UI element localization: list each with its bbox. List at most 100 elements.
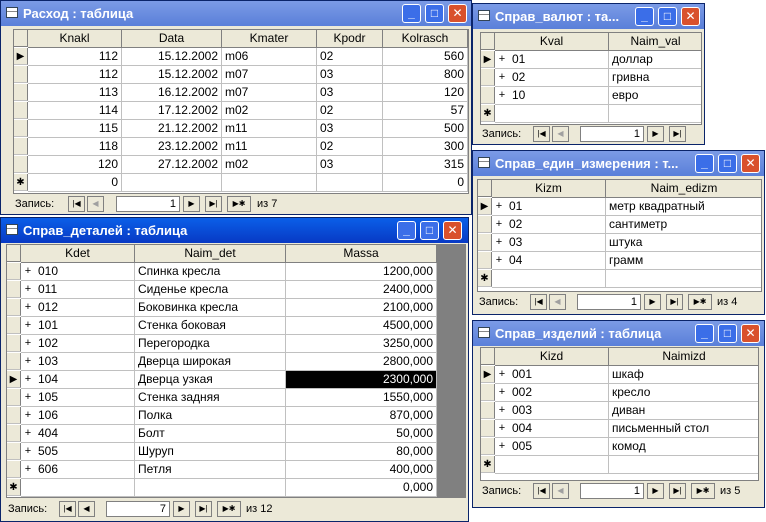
- close-button[interactable]: ✕: [681, 7, 700, 26]
- table-cell[interactable]: m02: [222, 102, 317, 120]
- new-record-row[interactable]: ✱ 0,000: [7, 479, 437, 497]
- record-selector[interactable]: [14, 102, 28, 119]
- maximize-button[interactable]: □: [718, 324, 737, 343]
- table-cell[interactable]: m11: [222, 138, 317, 156]
- table-row[interactable]: +02 сантиметр: [478, 216, 761, 234]
- table-cell[interactable]: 120: [383, 84, 468, 102]
- table-cell[interactable]: [317, 174, 383, 192]
- record-selector[interactable]: ✱: [14, 174, 28, 191]
- table-cell[interactable]: [606, 270, 761, 288]
- table-row[interactable]: ▶ 112 15.12.2002 m06 02 560: [14, 48, 468, 66]
- titlebar-sprav-izdeliy[interactable]: Справ_изделий : таблица _ □ ✕: [473, 321, 764, 346]
- last-record-button[interactable]: ▶|: [205, 196, 222, 212]
- table-cell[interactable]: 500: [383, 120, 468, 138]
- datasheet-sprav-izdeliy[interactable]: Kizd Naimizd ▶ +001 шкаф +002 кресло +003 дива…: [480, 347, 759, 481]
- table-cell[interactable]: [135, 479, 286, 497]
- maximize-button[interactable]: □: [420, 221, 439, 240]
- table-cell[interactable]: 2800,000: [286, 353, 437, 371]
- table-cell[interactable]: 01: [495, 51, 609, 69]
- datasheet-sprav-valut[interactable]: Kval Naim_val ▶ +01 доллар +02 гривна +10 евро…: [480, 32, 702, 125]
- maximize-button[interactable]: □: [425, 4, 444, 23]
- table-cell[interactable]: кресло: [609, 384, 758, 402]
- table-row[interactable]: ▶ +001 шкаф: [481, 366, 758, 384]
- table-cell[interactable]: 02: [492, 216, 606, 234]
- record-selector[interactable]: [7, 263, 21, 280]
- column-header[interactable]: Knakl: [28, 30, 122, 48]
- record-selector[interactable]: [14, 84, 28, 101]
- window-sprav-edin[interactable]: Справ_един_измерения : т... _ □ ✕ Kizm N…: [472, 150, 765, 315]
- last-record-button[interactable]: ▶|: [666, 294, 683, 310]
- column-header[interactable]: Kpodr: [317, 30, 383, 48]
- table-cell[interactable]: метр квадратный: [606, 198, 761, 216]
- table-cell[interactable]: 118: [28, 138, 122, 156]
- table-cell[interactable]: 15.12.2002: [122, 66, 222, 84]
- last-record-button[interactable]: ▶|: [669, 126, 686, 142]
- minimize-button[interactable]: _: [635, 7, 654, 26]
- record-selector[interactable]: [7, 389, 21, 406]
- table-cell[interactable]: 003: [495, 402, 609, 420]
- record-number-input[interactable]: 1: [116, 196, 180, 212]
- prev-record-button[interactable]: ◀: [552, 126, 569, 142]
- table-cell[interactable]: 112: [28, 66, 122, 84]
- table-cell[interactable]: 113: [28, 84, 122, 102]
- table-cell[interactable]: 115: [28, 120, 122, 138]
- table-row[interactable]: 113 16.12.2002 m07 03 120: [14, 84, 468, 102]
- record-selector[interactable]: [478, 252, 492, 269]
- table-cell[interactable]: 03: [492, 234, 606, 252]
- table-cell[interactable]: 03: [317, 156, 383, 174]
- table-cell[interactable]: m11: [222, 120, 317, 138]
- table-row[interactable]: +011 Сиденье кресла 2400,000: [7, 281, 437, 299]
- table-cell[interactable]: Шуруп: [135, 443, 286, 461]
- column-header[interactable]: Naim_edizm: [606, 180, 761, 198]
- table-cell[interactable]: 106: [21, 407, 135, 425]
- table-cell[interactable]: Полка: [135, 407, 286, 425]
- table-cell[interactable]: 010: [21, 263, 135, 281]
- table-cell[interactable]: Дверца узкая: [135, 371, 286, 389]
- record-selector[interactable]: [7, 299, 21, 316]
- table-cell[interactable]: 404: [21, 425, 135, 443]
- table-cell[interactable]: 012: [21, 299, 135, 317]
- table-cell[interactable]: 27.12.2002: [122, 156, 222, 174]
- prev-record-button[interactable]: ◀: [87, 196, 104, 212]
- table-cell[interactable]: 15.12.2002: [122, 48, 222, 66]
- last-record-button[interactable]: ▶|: [195, 501, 212, 517]
- table-cell[interactable]: 101: [21, 317, 135, 335]
- table-cell[interactable]: 004: [495, 420, 609, 438]
- table-cell[interactable]: 57: [383, 102, 468, 120]
- table-cell[interactable]: Спинка кресла: [135, 263, 286, 281]
- datasheet-sprav-edin[interactable]: Kizm Naim_edizm ▶ +01 метр квадратный +02 са…: [477, 179, 762, 292]
- table-cell[interactable]: 606: [21, 461, 135, 479]
- table-row[interactable]: +404 Болт 50,000: [7, 425, 437, 443]
- record-selector[interactable]: [481, 420, 495, 437]
- table-cell[interactable]: 23.12.2002: [122, 138, 222, 156]
- prev-record-button[interactable]: ◀: [78, 501, 95, 517]
- first-record-button[interactable]: |◀: [59, 501, 76, 517]
- table-row[interactable]: 120 27.12.2002 m02 03 315: [14, 156, 468, 174]
- record-number-input[interactable]: 1: [580, 126, 644, 142]
- table-cell[interactable]: 2100,000: [286, 299, 437, 317]
- record-selector[interactable]: [14, 66, 28, 83]
- titlebar-rashod[interactable]: Расход : таблица _ □ ✕: [1, 1, 471, 26]
- next-record-button[interactable]: ▶: [644, 294, 661, 310]
- table-row[interactable]: +005 комод: [481, 438, 758, 456]
- table-row[interactable]: +004 письменный стол: [481, 420, 758, 438]
- column-header[interactable]: Naimizd: [609, 348, 758, 366]
- record-selector[interactable]: [7, 425, 21, 442]
- table-row[interactable]: +505 Шуруп 80,000: [7, 443, 437, 461]
- table-row[interactable]: +103 Дверца широкая 2800,000: [7, 353, 437, 371]
- table-row[interactable]: +04 грамм: [478, 252, 761, 270]
- table-row[interactable]: 115 21.12.2002 m11 03 500: [14, 120, 468, 138]
- maximize-button[interactable]: □: [718, 154, 737, 173]
- table-row[interactable]: +105 Стенка задняя 1550,000: [7, 389, 437, 407]
- close-button[interactable]: ✕: [443, 221, 462, 240]
- table-cell[interactable]: диван: [609, 402, 758, 420]
- new-record-row[interactable]: ✱: [481, 456, 758, 474]
- last-record-button[interactable]: ▶|: [669, 483, 686, 499]
- record-selector[interactable]: ▶: [7, 371, 21, 388]
- table-cell[interactable]: 400,000: [286, 461, 437, 479]
- record-selector[interactable]: [7, 461, 21, 478]
- table-cell[interactable]: 03: [317, 84, 383, 102]
- record-selector[interactable]: [7, 335, 21, 352]
- table-cell[interactable]: 50,000: [286, 425, 437, 443]
- record-selector[interactable]: ✱: [481, 456, 495, 473]
